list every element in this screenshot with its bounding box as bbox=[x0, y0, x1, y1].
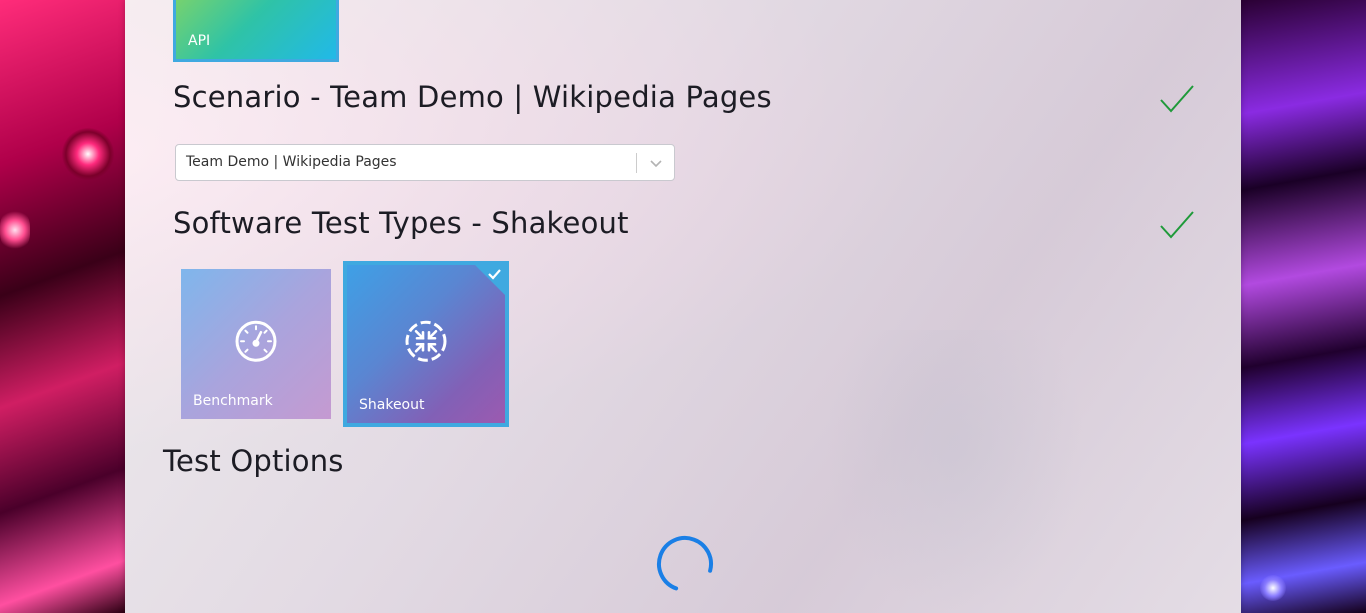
speedometer-icon bbox=[235, 320, 277, 362]
scenario-select-value: Team Demo | Wikipedia Pages bbox=[186, 154, 397, 170]
shakeout-tile[interactable]: Shakeout bbox=[343, 261, 509, 427]
stage-light bbox=[1260, 575, 1286, 601]
panel-shade bbox=[825, 330, 1085, 613]
scenario-title: Scenario - Team Demo | Wikipedia Pages bbox=[173, 80, 772, 114]
select-separator bbox=[636, 153, 637, 173]
scenario-select[interactable]: Team Demo | Wikipedia Pages bbox=[175, 144, 675, 181]
stage-light bbox=[62, 128, 114, 180]
api-tile-label: API bbox=[188, 33, 211, 49]
api-tile[interactable]: API bbox=[173, 0, 339, 62]
test-options-title: Test Options bbox=[163, 444, 344, 478]
stage-light bbox=[0, 210, 30, 250]
chevron-down-icon[interactable] bbox=[646, 153, 666, 173]
scenario-checkmark-icon bbox=[1160, 85, 1194, 113]
spinner-icon bbox=[657, 536, 713, 592]
shakeout-tile-label: Shakeout bbox=[359, 397, 425, 413]
background-right-stage bbox=[1241, 0, 1366, 613]
benchmark-tile-label: Benchmark bbox=[193, 393, 273, 409]
background-left-stage bbox=[0, 0, 125, 613]
test-types-checkmark-icon bbox=[1160, 211, 1194, 239]
test-types-title: Software Test Types - Shakeout bbox=[173, 206, 629, 240]
content-panel: API Scenario - Team Demo | Wikipedia Pag… bbox=[125, 0, 1241, 613]
arrows-inward-icon bbox=[405, 320, 447, 362]
benchmark-tile[interactable]: Benchmark bbox=[181, 269, 331, 419]
selected-corner-check-icon bbox=[475, 265, 505, 295]
